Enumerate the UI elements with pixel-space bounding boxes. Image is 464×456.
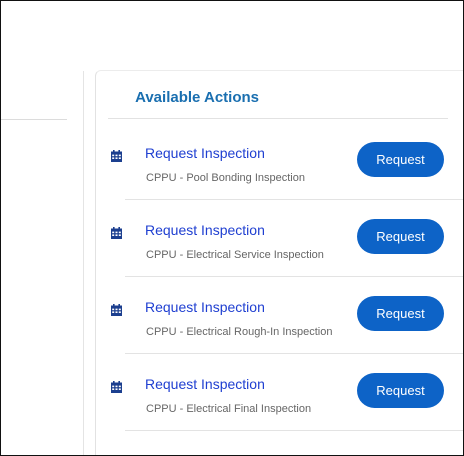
request-button[interactable]: Request bbox=[357, 373, 444, 408]
inspection-type-label: CPPU - Electrical Final Inspection bbox=[146, 403, 312, 415]
inspection-type-label: CPPU - Pool Bonding Inspection bbox=[146, 172, 305, 184]
request-inspection-link[interactable]: Request Inspection bbox=[145, 222, 265, 238]
request-inspection-link[interactable]: Request Inspection bbox=[145, 145, 265, 161]
action-row: Request Inspection CPPU - Electrical Rou… bbox=[1, 296, 463, 374]
row-divider bbox=[125, 199, 463, 200]
calendar-icon bbox=[111, 304, 122, 316]
title-divider bbox=[108, 118, 448, 119]
calendar-icon bbox=[111, 227, 122, 239]
row-divider bbox=[125, 430, 463, 431]
inspection-type-label: CPPU - Electrical Rough-In Inspection bbox=[146, 326, 333, 338]
app-frame: Available Actions Request Inspection CPP… bbox=[0, 0, 464, 456]
request-inspection-link[interactable]: Request Inspection bbox=[145, 376, 265, 392]
action-row: Request Inspection CPPU - Electrical Fin… bbox=[1, 373, 463, 451]
request-button[interactable]: Request bbox=[357, 142, 444, 177]
calendar-icon bbox=[111, 150, 122, 162]
request-inspection-link[interactable]: Request Inspection bbox=[145, 299, 265, 315]
action-row: Request Inspection CPPU - Electrical Ser… bbox=[1, 219, 463, 297]
row-divider bbox=[125, 276, 463, 277]
row-divider bbox=[125, 353, 463, 354]
inspection-type-label: CPPU - Electrical Service Inspection bbox=[146, 249, 324, 261]
request-button[interactable]: Request bbox=[357, 219, 444, 254]
action-row: Request Inspection CPPU - Pool Bonding I… bbox=[1, 142, 463, 220]
left-panel-divider bbox=[1, 119, 67, 120]
available-actions-title: Available Actions bbox=[135, 89, 259, 106]
calendar-icon bbox=[111, 381, 122, 393]
request-button[interactable]: Request bbox=[357, 296, 444, 331]
